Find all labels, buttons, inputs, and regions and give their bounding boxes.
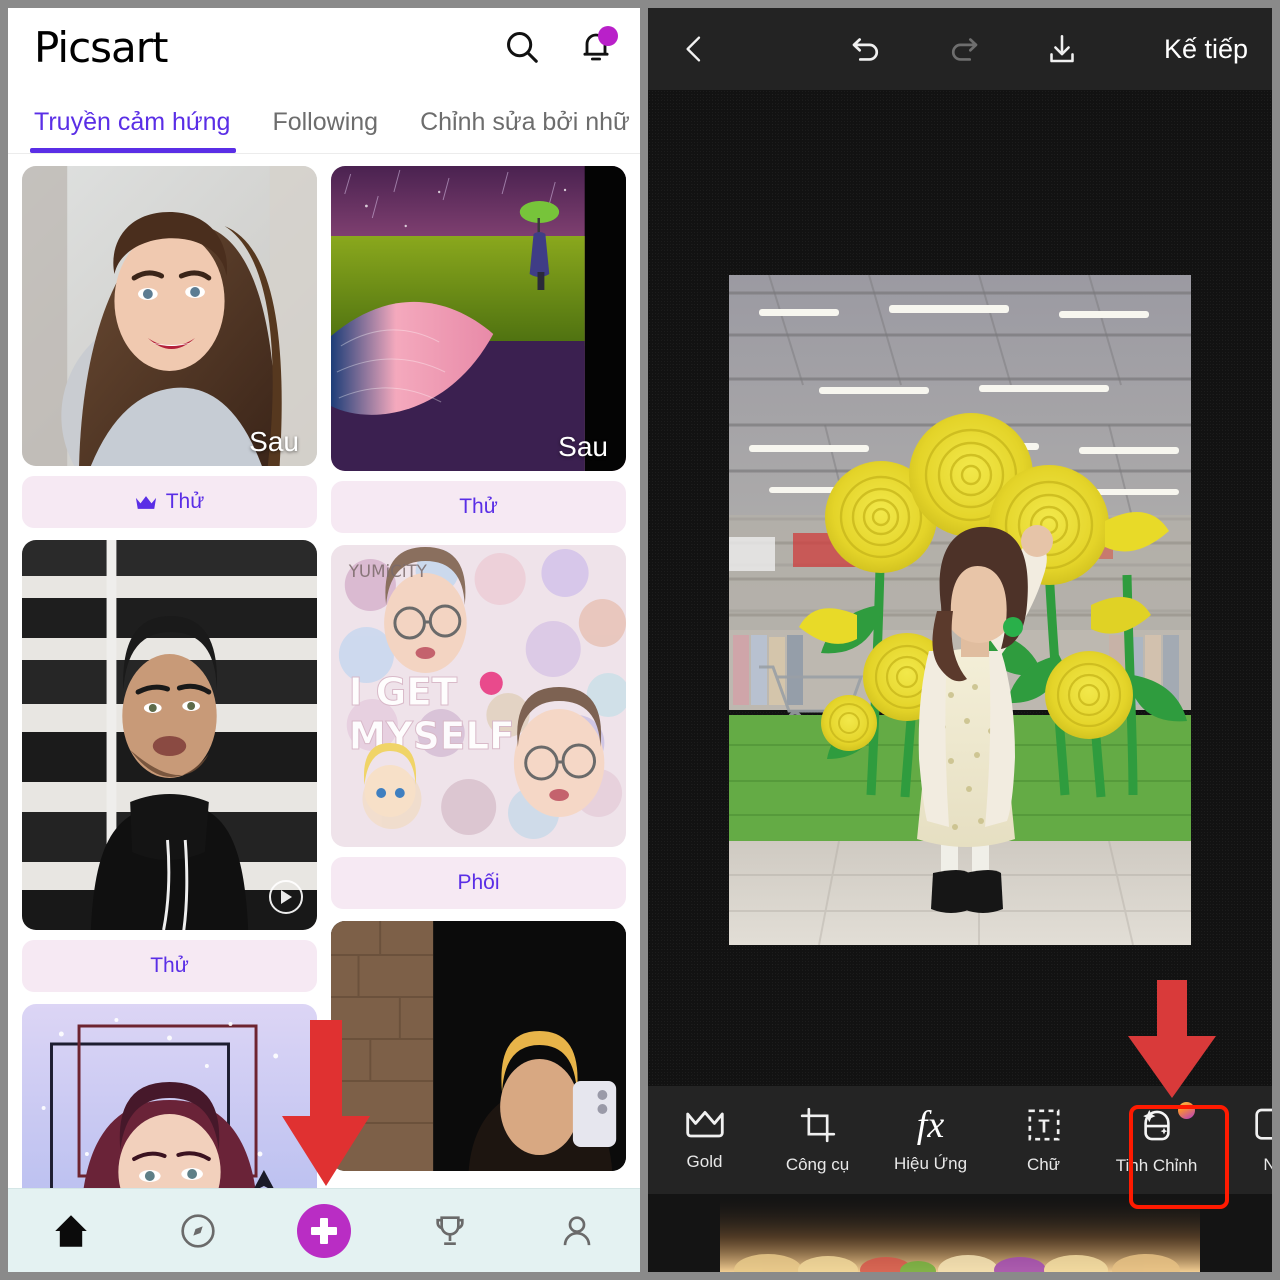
fx-icon: fx (916, 1104, 945, 1146)
sidebar-item-challenges[interactable] (415, 1200, 485, 1262)
tool-partial-next[interactable]: N (1213, 1086, 1272, 1194)
redo-icon[interactable] (942, 27, 986, 71)
feed-column-left: Sau Thử Thử (22, 166, 317, 1226)
feed-card[interactable] (331, 921, 626, 1171)
next-button[interactable]: Kế tiếp (1164, 34, 1248, 65)
tool-label: N (1263, 1155, 1272, 1174)
card-cta-label: Thử (459, 495, 498, 518)
replay-icon[interactable] (269, 880, 303, 914)
tool-tinh-chinh[interactable]: Tinh Chỉnh (1100, 1086, 1213, 1194)
header-actions (500, 25, 618, 69)
sticker-icon (1254, 1108, 1272, 1140)
card-overlay-label: Sau (558, 431, 608, 462)
sidebar-item-profile[interactable] (542, 1200, 612, 1262)
editor-toolbar: Gold Công cụ fx Hiệu Ứng T Chữ Tinh Chỉn… (648, 1086, 1272, 1194)
search-icon[interactable] (500, 25, 544, 69)
compass-icon (180, 1213, 215, 1248)
bell-icon[interactable] (574, 25, 618, 69)
svg-text:I GET: I GET (349, 670, 458, 714)
notification-badge (598, 26, 618, 46)
trophy-icon (436, 1215, 465, 1245)
editor-history-controls (844, 27, 1084, 71)
tab-truyen-cam-hung[interactable]: Truyền cảm hứng (29, 108, 237, 153)
svg-text:T: T (1038, 1116, 1049, 1137)
card-artwork[interactable]: Sau (331, 166, 626, 471)
red-arrow-annotation (1128, 980, 1216, 1098)
card-cta-label: Thử (150, 954, 189, 977)
app-header: Picsart (8, 8, 640, 86)
plus-icon[interactable] (296, 1203, 351, 1258)
picsart-logo: Picsart (34, 22, 169, 72)
tool-chu[interactable]: T Chữ (987, 1086, 1100, 1194)
create-button[interactable] (289, 1200, 359, 1262)
tool-label: Tinh Chỉnh (1115, 1156, 1198, 1175)
sidebar-item-discover[interactable] (163, 1200, 233, 1262)
screenshot-stage: Picsart Truyền cảm hứng Following Chỉnh … (0, 0, 1280, 1280)
card-cta-button[interactable]: Thử (22, 476, 317, 528)
home-icon (55, 1214, 87, 1247)
card-overlay-label: Sau (249, 426, 299, 457)
undo-icon[interactable] (844, 27, 888, 71)
retouch-icon (1142, 1109, 1170, 1141)
editor-canvas[interactable] (648, 90, 1272, 1086)
tool-label: Chữ (1026, 1155, 1061, 1174)
card-artwork[interactable]: YUMiCiTY I GET MYSELF (331, 545, 626, 847)
tool-label: Gold (686, 1152, 723, 1171)
profile-icon (563, 1215, 591, 1245)
card-artwork[interactable] (331, 921, 626, 1171)
svg-text:YUMiCiTY: YUMiCiTY (348, 561, 428, 581)
feed-card[interactable]: Sau Thử (22, 166, 317, 528)
feed-card[interactable]: Sau Thử (331, 166, 626, 533)
bottom-navigation (8, 1188, 640, 1272)
card-artwork[interactable]: Sau (22, 166, 317, 466)
tab-following[interactable]: Following (272, 108, 378, 153)
card-artwork[interactable] (22, 1004, 317, 1214)
card-cta-label: Thử (165, 490, 205, 513)
card-cta-label: Phối (457, 871, 500, 894)
card-cta-button[interactable]: Phối (331, 857, 626, 909)
editor-topbar: Kế tiếp (648, 8, 1272, 90)
feed-column-right: Sau Thử YUMiCiTY I GET MYSELF Phối (331, 166, 626, 1226)
tab-chinh-sua-boi-nhung[interactable]: Chỉnh sửa bởi nhữ (420, 108, 630, 153)
crown-icon (685, 1111, 724, 1138)
crop-icon (800, 1107, 835, 1143)
download-icon[interactable] (1040, 27, 1084, 71)
card-cta-button[interactable]: Thử (22, 940, 317, 992)
tool-hieu-ung[interactable]: fx Hiệu Ứng (874, 1086, 987, 1194)
tool-label: Hiệu Ứng (893, 1154, 968, 1173)
premium-badge (1178, 1102, 1195, 1119)
color-preview-strip[interactable] (648, 1194, 1272, 1272)
chevron-left-icon[interactable] (672, 27, 716, 71)
red-arrow-annotation (282, 1020, 370, 1186)
edited-photo[interactable] (729, 275, 1191, 945)
feed-card[interactable]: YUMiCiTY I GET MYSELF Phối (331, 545, 626, 909)
card-cta-button[interactable]: Thử (331, 481, 626, 533)
feed-card[interactable] (22, 1004, 317, 1214)
crown-icon (135, 495, 156, 509)
tool-cong-cu[interactable]: Công cụ (761, 1086, 874, 1194)
tool-gold[interactable]: Gold (648, 1086, 761, 1194)
tool-label: Công cụ (785, 1155, 850, 1174)
text-icon: T (1028, 1109, 1059, 1141)
card-artwork[interactable] (22, 540, 317, 930)
feed-tabs: Truyền cảm hứng Following Chỉnh sửa bởi … (8, 86, 640, 154)
feed-card[interactable]: Thử (22, 540, 317, 992)
sidebar-item-home[interactable] (36, 1200, 106, 1262)
